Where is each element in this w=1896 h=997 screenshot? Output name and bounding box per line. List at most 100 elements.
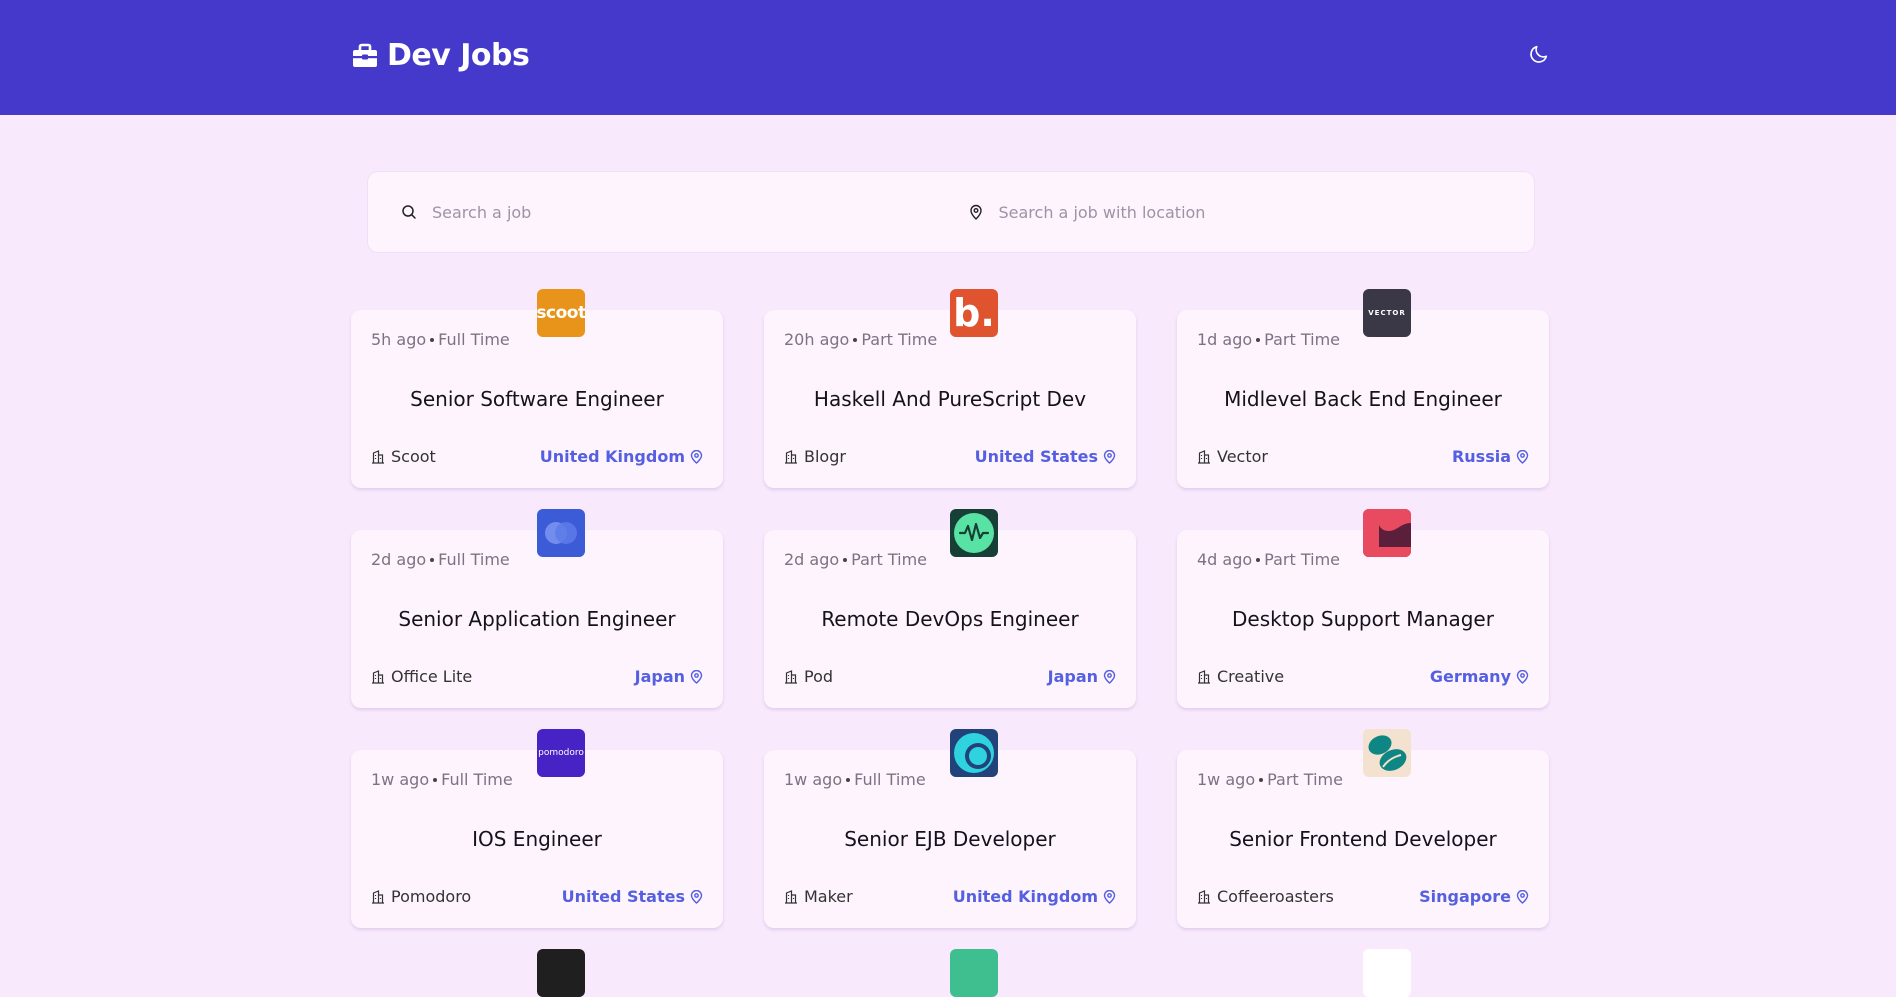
moon-icon (1528, 43, 1550, 69)
officelite-logo-icon (545, 522, 577, 544)
company-name: Pod (804, 667, 834, 686)
company: Blogr (784, 447, 846, 466)
separator-dot (846, 778, 851, 782)
job-title[interactable]: Senior Application Engineer (351, 607, 723, 631)
separator-dot (843, 558, 848, 562)
location-text: United Kingdom (952, 887, 1098, 906)
location-pin-icon (1103, 889, 1116, 904)
job-title[interactable]: Remote DevOps Engineer (764, 607, 1136, 631)
job-type: Full Time (438, 330, 510, 349)
job-card[interactable]: scoot 5h ago Full Time Senior Software En… (351, 289, 723, 488)
brand[interactable]: Dev Jobs (351, 38, 530, 73)
job-title[interactable]: Desktop Support Manager (1177, 607, 1549, 631)
posted-time: 1w ago (371, 770, 430, 789)
company-logo: scoot (537, 289, 585, 337)
job-card[interactable]: 1w ago Full Time Senior EJB Developer Mak… (764, 729, 1136, 928)
location-text: United Kingdom (539, 447, 685, 466)
job-search-input[interactable] (430, 201, 894, 223)
location: Japan (1048, 667, 1116, 686)
briefcase-icon (351, 42, 379, 70)
job-card[interactable]: pomodoro 1w ago Full Time IOS Engineer Po… (351, 729, 723, 928)
job-title[interactable]: Midlevel Back End Engineer (1177, 387, 1549, 411)
location-pin-icon (1516, 889, 1529, 904)
posted-time: 2d ago (784, 550, 840, 569)
company: Office Lite (371, 667, 472, 686)
building-icon (371, 669, 385, 684)
building-icon (784, 889, 798, 904)
location: Japan (635, 667, 703, 686)
location-text: Japan (634, 667, 685, 686)
company-name: Maker (804, 887, 853, 906)
logo-text: pomodoro (538, 748, 584, 758)
building-icon (1197, 669, 1211, 684)
job-card[interactable]: VECTOR 1d ago Part Time Midlevel Back End… (1177, 289, 1549, 488)
job-title[interactable]: Senior EJB Developer (764, 827, 1136, 851)
job-card[interactable]: 2d ago Full Time Senior Application Engin… (351, 509, 723, 708)
job-card[interactable]: 2d ago Part Time Remote DevOps Engineer P… (764, 509, 1136, 708)
job-type: Part Time (851, 550, 927, 569)
building-icon (371, 449, 385, 464)
location: Germany (1430, 667, 1529, 686)
location-search-input[interactable] (996, 201, 1461, 223)
separator-dot (1256, 338, 1261, 342)
job-title[interactable]: Senior Software Engineer (351, 387, 723, 411)
location-pin-icon (690, 889, 703, 904)
job-meta: 1d ago Part Time (1197, 330, 1340, 349)
company-logo (950, 949, 998, 997)
company: Creative (1197, 667, 1284, 686)
job-card[interactable]: 4d ago Part Time Desktop Support Manager … (1177, 509, 1549, 708)
job-type: Part Time (861, 330, 938, 349)
logo-text: b. (953, 291, 995, 335)
separator-dot (1256, 558, 1261, 562)
separator-dot (430, 338, 435, 342)
job-meta: 5h ago Full Time (371, 330, 510, 349)
posted-time: 1w ago (784, 770, 843, 789)
company: Vector (1197, 447, 1268, 466)
location-text: United States (561, 887, 685, 906)
company-logo (950, 509, 998, 557)
location-pin-icon (968, 204, 984, 220)
building-icon (1197, 889, 1211, 904)
location-text: Germany (1429, 667, 1511, 686)
location-text: Singapore (1419, 887, 1511, 906)
job-title[interactable]: Senior Frontend Developer (1177, 827, 1549, 851)
building-icon (1197, 449, 1211, 464)
location: United Kingdom (540, 447, 703, 466)
company-logo (1363, 729, 1411, 777)
job-meta: 20h ago Part Time (784, 330, 937, 349)
job-search (368, 172, 968, 252)
location: Singapore (1419, 887, 1529, 906)
building-icon (784, 669, 798, 684)
job-type: Full Time (438, 550, 510, 569)
company-logo (1363, 949, 1411, 997)
company: Pomodoro (371, 887, 471, 906)
job-card[interactable]: b. 20h ago Part Time Haskell And PureScri… (764, 289, 1136, 488)
pod-logo-icon (954, 513, 994, 553)
location-pin-icon (690, 669, 703, 684)
location: Russia (1452, 447, 1529, 466)
location-pin-icon (1103, 669, 1116, 684)
company-logo (537, 949, 585, 997)
job-type: Full Time (441, 770, 513, 789)
separator-dot (433, 778, 438, 782)
job-type: Part Time (1264, 550, 1340, 569)
job-type: Full Time (854, 770, 926, 789)
maker-logo-icon (954, 733, 994, 773)
job-title[interactable]: Haskell And PureScript Dev (764, 387, 1136, 411)
theme-toggle-button[interactable] (1526, 43, 1552, 69)
search-icon (401, 204, 417, 220)
company: Maker (784, 887, 853, 906)
separator-dot (853, 338, 858, 342)
app-title: Dev Jobs (387, 38, 530, 73)
job-card[interactable]: 1w ago Part Time Senior Frontend Develope… (1177, 729, 1549, 928)
building-icon (784, 449, 798, 464)
location-pin-icon (1103, 449, 1116, 464)
location-text: Russia (1451, 447, 1511, 466)
location-pin-icon (690, 449, 703, 464)
job-type: Part Time (1264, 330, 1340, 349)
company-name: Office Lite (391, 667, 473, 686)
app-header: Dev Jobs (0, 0, 1896, 115)
company-name: Creative (1217, 667, 1285, 686)
job-title[interactable]: IOS Engineer (351, 827, 723, 851)
company-name: Pomodoro (391, 887, 472, 906)
